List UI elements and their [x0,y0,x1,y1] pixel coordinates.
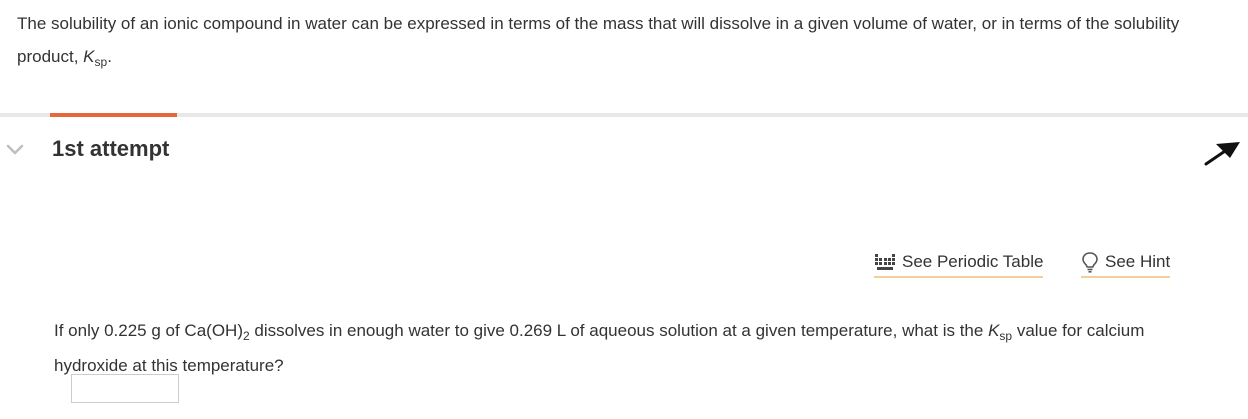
answer-input[interactable] [71,374,179,403]
see-periodic-table-link[interactable]: See Periodic Table [874,248,1044,278]
ksp-symbol: K [83,47,95,66]
intro-text: The solubility of an ionic compound in w… [17,7,1217,79]
ksp-subscript: sp [999,329,1013,343]
question-part-1: If only 0.225 g of Ca(OH) [54,321,243,340]
ksp-subscript: sp [94,55,108,69]
see-periodic-table-label: See Periodic Table [902,252,1044,271]
periodic-table-icon [874,253,896,271]
attempt-title: 1st attempt [52,136,170,161]
intro-end: . [107,47,112,66]
question-part-2: dissolves in enough water to give 0.269 … [249,321,989,340]
question-text: If only 0.225 g of Ca(OH)2 dissolves in … [54,316,1204,380]
attempt-progress-bar [50,113,177,117]
formula-subscript: 2 [242,329,250,343]
see-hint-link[interactable]: See Hint [1081,248,1171,278]
lightbulb-icon [1081,251,1099,273]
intro-body: The solubility of an ionic compound in w… [17,14,1180,66]
arrow-up-right-icon[interactable] [1200,138,1242,168]
section-divider [0,113,1248,117]
chevron-down-icon[interactable] [4,140,26,158]
see-hint-label: See Hint [1105,252,1171,271]
ksp-symbol: K [988,321,1000,340]
